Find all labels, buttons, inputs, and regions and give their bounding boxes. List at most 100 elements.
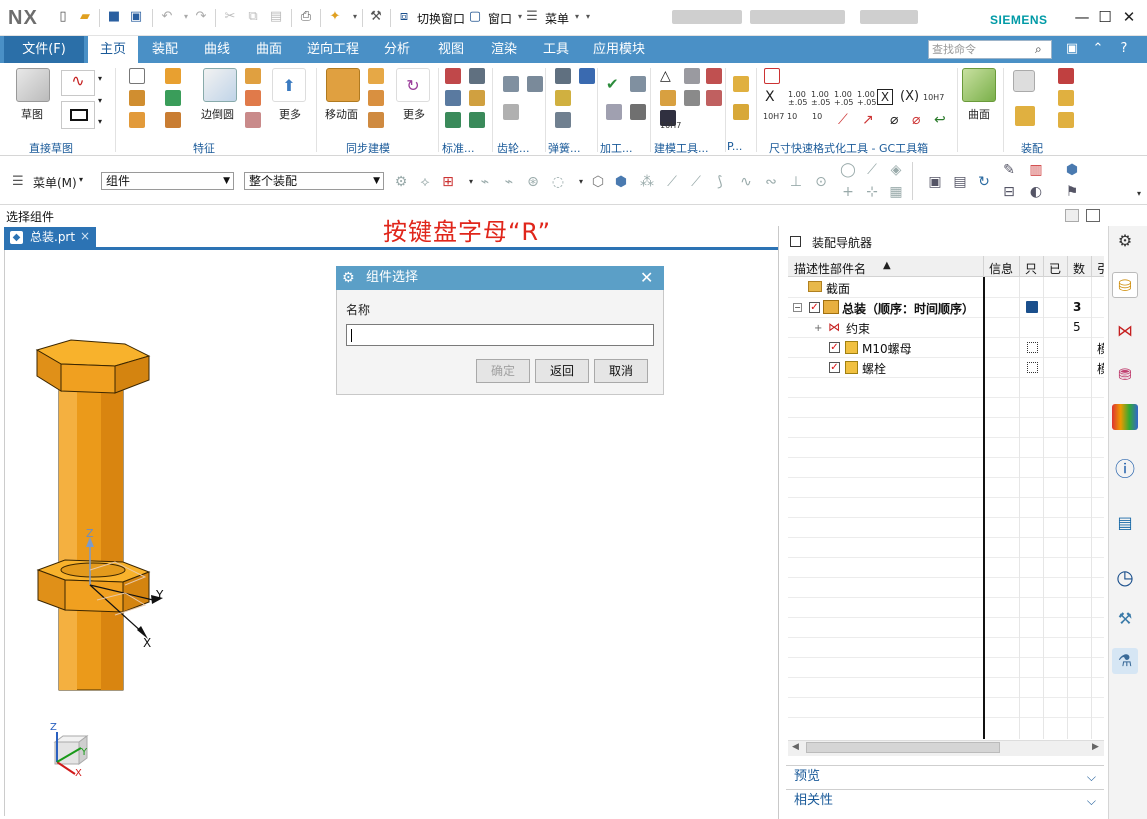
gc-paren-x-icon[interactable]: (X) [900,89,919,104]
command-search-input[interactable]: 查找命令 [928,40,1052,59]
tab-view[interactable]: 视图 [428,36,474,63]
back-button[interactable]: 返回 [535,359,589,383]
gc-text[interactable]: 10H7 [763,113,784,121]
redo-icon[interactable]: ↷ [193,9,209,25]
settings-icon[interactable]: ⚙ [1112,228,1138,254]
move-face-icon[interactable] [326,68,360,102]
close-icon[interactable]: ✕ [640,268,653,287]
gc-diameter-icon[interactable]: ⌀ [890,112,906,128]
tool-yellow-icon[interactable] [660,90,676,106]
fastener-icon[interactable] [469,68,485,84]
group-machining[interactable]: 加工... [600,140,633,156]
block-icon[interactable] [129,68,145,84]
move-component-icon[interactable] [1058,90,1074,106]
assembly-load-icon[interactable] [1013,70,1035,92]
cut-icon[interactable]: ✂ [222,9,238,25]
type-filter-select[interactable]: 组件 ▼ [101,172,234,190]
tab-home[interactable]: 主页 [88,36,138,63]
scrollbar-thumb[interactable] [806,742,1000,753]
ok-button[interactable]: 确定 [476,359,530,383]
column-header-info[interactable]: 信息 [989,260,1013,277]
spline-icon[interactable]: ∿ [738,174,754,190]
draft-icon[interactable] [245,112,261,128]
maximize-button[interactable]: ☐ [1096,8,1114,26]
unite-icon[interactable] [165,112,181,128]
visibility-checkbox[interactable]: ✓ [829,362,840,373]
machining-3-icon[interactable] [630,104,646,120]
group-gear[interactable]: 齿轮... [497,140,530,156]
cube-view-icon[interactable]: ⬢ [1064,162,1080,178]
tab-curve[interactable]: 曲线 [194,36,240,63]
gc-diameter-red-icon[interactable]: ⌀ [912,112,928,128]
pin-icon[interactable] [445,112,461,128]
point-icon[interactable]: ⁂ [639,174,655,190]
edge-blend-icon[interactable] [203,68,237,102]
disc-spring-icon[interactable] [555,90,571,106]
gc-refresh-icon[interactable]: ↩ [934,112,950,128]
touch-dropdown-icon[interactable]: ▾ [347,9,363,25]
column-header-reference[interactable]: 引 [1097,260,1104,277]
gc-slash-icon[interactable]: ⟋ [838,112,854,128]
tree-item-bolt[interactable]: 螺栓 [862,360,886,377]
clock-icon[interactable]: ◷ [1112,564,1138,590]
offset-region-icon[interactable] [368,90,384,106]
collapse-ribbon-icon[interactable]: ⌃ [1090,41,1106,57]
menu-icon[interactable]: ☰ [524,9,540,25]
sort-ascending-icon[interactable]: ▲ [883,260,891,271]
dialog-title[interactable]: 组件选择 [336,266,664,290]
column-header-modified[interactable]: 已 [1049,260,1061,277]
extrude-icon[interactable] [165,68,181,84]
shaft-icon[interactable] [445,90,461,106]
tool-gray-icon[interactable] [684,90,700,106]
gc-text[interactable]: 10H7 [923,94,944,102]
tab-assembly[interactable]: 装配 [142,36,188,63]
select-all-icon[interactable]: ⊞ [440,174,456,190]
machining-icon[interactable] [630,76,646,92]
grid-icon[interactable]: ▦ [888,184,904,200]
surface-icon[interactable] [962,68,996,102]
shell-icon[interactable] [245,90,261,106]
close-button[interactable]: ✕ [1120,8,1138,26]
dropdown-icon[interactable]: ▾ [98,117,102,126]
check-icon[interactable]: ✔ [606,76,622,92]
standard-part-icon[interactable] [445,68,461,84]
file-tab-close[interactable]: × [80,229,90,243]
tab-application[interactable]: 应用模块 [586,36,652,63]
toolbar-overflow-icon[interactable]: ▾ [1131,186,1147,202]
gc-frame-icon[interactable] [764,68,780,84]
orient-icon[interactable]: ⚑ [1064,184,1080,200]
column-splitter[interactable] [983,277,985,739]
filter-icon[interactable]: ⚙ [393,174,409,190]
new-component-icon[interactable] [1058,112,1074,128]
body-icon[interactable]: ⬢ [613,174,629,190]
switch-window-icon[interactable]: ⧈ [396,9,412,25]
gear-tool-icon[interactable] [503,76,519,92]
pan-icon[interactable]: ✎ [1001,162,1017,178]
visibility-checkbox[interactable]: ✓ [809,302,820,313]
group-feature[interactable]: 特征 [193,140,215,156]
visibility-checkbox[interactable]: ✓ [829,342,840,353]
window-icon[interactable]: ▢ [467,9,483,25]
view-icon[interactable]: ▣ [927,174,943,190]
rotate-icon[interactable]: ↻ [976,174,992,190]
tab-file[interactable]: 文件(F) [4,36,84,63]
group-standard[interactable]: 标准... [442,140,475,156]
intersection-icon[interactable]: ⊥ [788,174,804,190]
tree-item-constraints[interactable]: 约束 [846,320,870,337]
quadrant-icon[interactable]: ◈ [888,162,904,178]
switch-window-button[interactable]: 切换窗口 [417,10,465,27]
relations-section[interactable]: 相关性 ⌵ [786,789,1104,811]
tab-render[interactable]: 渲染 [481,36,527,63]
chevron-down-icon[interactable]: ⌵ [1087,790,1096,812]
hole-icon[interactable] [165,90,181,106]
maximize-view-icon[interactable] [1086,209,1100,222]
reuse-library-icon[interactable] [1112,404,1138,430]
menu-icon[interactable]: ☰ [12,174,24,189]
spring-delete-icon[interactable] [555,112,571,128]
dropdown-icon[interactable]: ▾ [98,96,102,105]
replace-face-icon[interactable] [368,112,384,128]
arc-icon[interactable]: ⟆ [712,174,728,190]
p2-icon[interactable] [733,104,749,120]
process-studio-icon[interactable]: ⚒ [1112,606,1138,632]
part-navigator-icon[interactable]: ⛃ [1112,362,1138,388]
